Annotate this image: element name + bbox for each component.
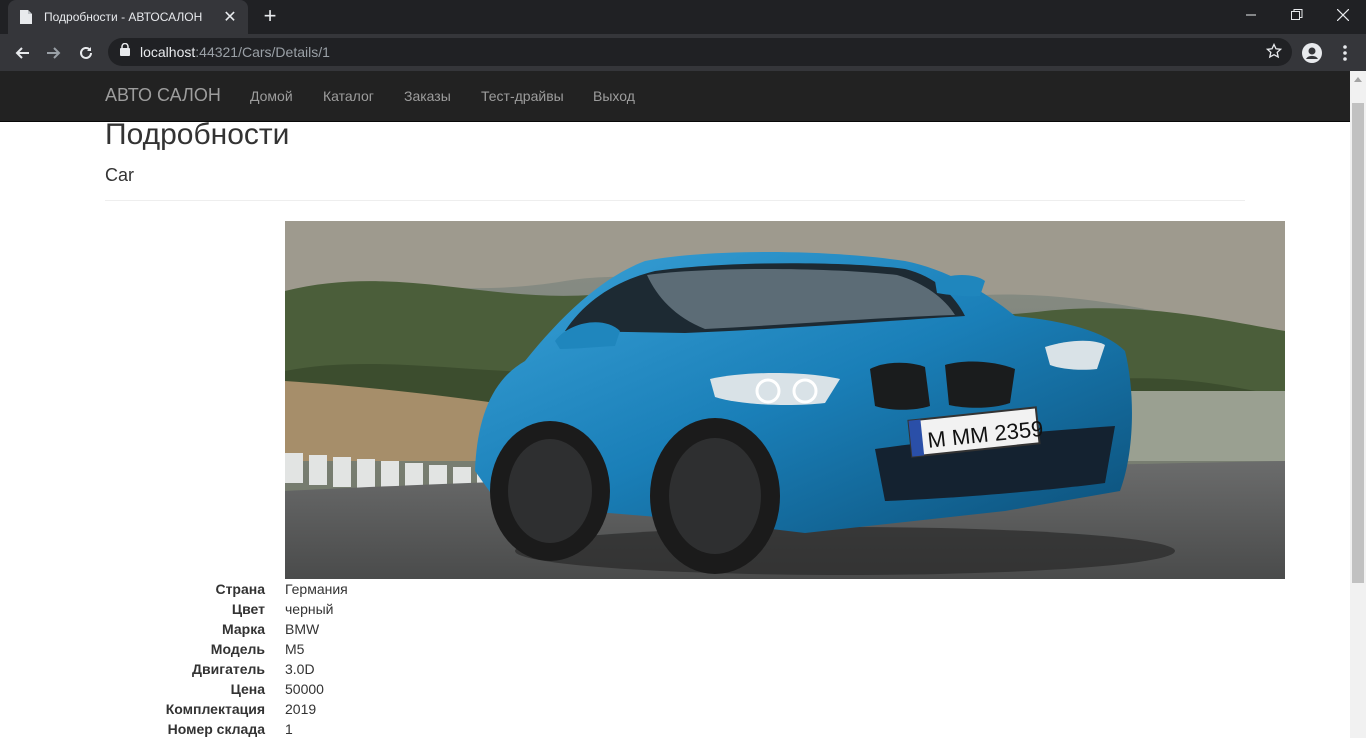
nav-link-orders[interactable]: Заказы: [404, 88, 451, 104]
detail-label: Марка: [222, 621, 265, 637]
site-navbar: АВТО САЛОН Домой Каталог Заказы Тест-дра…: [0, 71, 1350, 122]
detail-label: Двигатель: [192, 661, 265, 677]
back-icon[interactable]: [9, 40, 35, 66]
scroll-up-arrow-icon[interactable]: [1350, 71, 1366, 87]
detail-row: Модель M5: [0, 639, 1350, 659]
detail-value: 50000: [285, 681, 324, 697]
browser-toolbar: localhost:44321/Cars/Details/1: [0, 34, 1366, 71]
bookmark-star-icon[interactable]: [1265, 42, 1283, 64]
detail-label: Комплектация: [165, 701, 265, 717]
detail-label: Цвет: [231, 601, 265, 617]
detail-value: черный: [285, 601, 334, 617]
restore-button[interactable]: [1274, 0, 1320, 30]
document-icon: [18, 9, 34, 25]
detail-row: Комплектация 2019: [0, 699, 1350, 719]
page-header: Подробности Car: [105, 118, 1245, 185]
menu-kebab-icon[interactable]: [1332, 40, 1358, 66]
scrollbar-thumb[interactable]: [1352, 103, 1364, 583]
detail-value: Германия: [285, 581, 348, 597]
divider: [105, 200, 1245, 201]
car-photo: M MM 2359: [285, 221, 1285, 579]
detail-label: Модель: [210, 641, 265, 657]
page-scrollbar[interactable]: [1350, 71, 1366, 738]
detail-row: Номер склада 1: [0, 719, 1350, 738]
site-brand[interactable]: АВТО САЛОН: [105, 85, 221, 106]
detail-value: M5: [285, 641, 305, 657]
minimize-button[interactable]: [1228, 0, 1274, 30]
nav-link-catalog[interactable]: Каталог: [323, 88, 374, 104]
close-tab-icon[interactable]: ✕: [222, 7, 238, 27]
detail-row: Страна Германия: [0, 579, 1350, 599]
browser-tab[interactable]: Подробности - АВТОСАЛОН ✕: [8, 0, 248, 34]
detail-value: BMW: [285, 621, 320, 637]
nav-link-logout[interactable]: Выход: [593, 88, 635, 104]
url-path: :44321/Cars/Details/1: [195, 44, 330, 60]
detail-value: 2019: [285, 701, 317, 717]
detail-value: 1: [285, 721, 293, 737]
nav-link-home[interactable]: Домой: [250, 88, 293, 104]
detail-row: Цена 50000: [0, 679, 1350, 699]
url-host: localhost: [140, 44, 196, 60]
page-title: Подробности: [105, 118, 290, 151]
reload-icon[interactable]: [73, 40, 99, 66]
detail-label: Страна: [215, 581, 265, 597]
profile-avatar-icon[interactable]: [1299, 40, 1325, 66]
detail-row: Двигатель 3.0D: [0, 659, 1350, 679]
detail-row: Цвет черный: [0, 599, 1350, 619]
close-window-button[interactable]: [1320, 0, 1366, 30]
detail-label: Цена: [230, 681, 265, 697]
detail-value: 3.0D: [285, 661, 315, 677]
forward-icon[interactable]: [41, 40, 67, 66]
new-tab-button[interactable]: +: [258, 5, 282, 29]
address-bar[interactable]: localhost:44321/Cars/Details/1: [108, 38, 1292, 66]
nav-link-test-drives[interactable]: Тест-драйвы: [481, 88, 564, 104]
details-list: Страна Германия Цвет черный Марка BMW Модель M5…: [0, 579, 1350, 738]
detail-row: Марка BMW: [0, 619, 1350, 639]
tab-title: Подробности - АВТОСАЛОН: [44, 10, 203, 24]
tab-strip: Подробности - АВТОСАЛОН ✕ +: [0, 0, 1366, 34]
detail-label: Номер склада: [167, 721, 265, 737]
page-viewport: АВТО САЛОН Домой Каталог Заказы Тест-дра…: [0, 71, 1350, 738]
page-subtitle: Car: [105, 165, 135, 185]
lock-icon: [120, 42, 130, 61]
